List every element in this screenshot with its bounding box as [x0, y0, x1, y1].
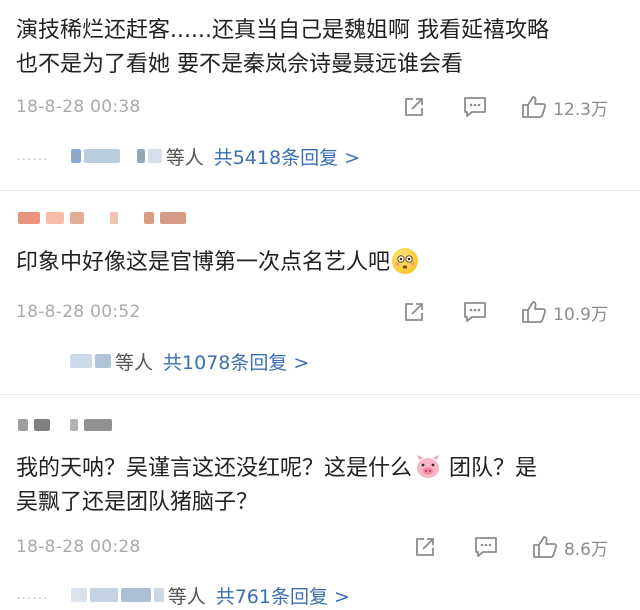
reply-dots: ...... [16, 587, 49, 603]
reply-count-link[interactable]: 共761条回复 > [216, 582, 350, 609]
comment-2-text: 印象中好像这是官博第一次点名艺人吧 [16, 246, 626, 280]
avatar [83, 149, 120, 163]
comment-2-actions: 10.9万 [403, 298, 608, 326]
flushed-face-emoji [392, 248, 419, 274]
comment-button[interactable] [474, 536, 498, 558]
like-button[interactable]: 10.9万 [521, 300, 608, 325]
avatar [70, 354, 92, 368]
like-icon [522, 301, 547, 323]
comment-2-meta: 18-8-28 00:52 10.9万 [16, 298, 626, 326]
comment-3-username[interactable] [18, 413, 112, 437]
like-count: 12.3万 [553, 99, 608, 120]
username-blur [46, 212, 64, 224]
comment-3-text-post: 团队？是 [442, 456, 538, 481]
username-blur [70, 419, 78, 431]
username-blur [110, 212, 118, 224]
comment-icon [464, 97, 487, 117]
share-button[interactable] [403, 96, 425, 118]
comment-3-meta: 18-8-28 00:28 8.6万 [16, 533, 626, 561]
reply-count-link[interactable]: 共5418条回复 > [214, 143, 360, 170]
comment-3-time: 18-8-28 00:28 [16, 537, 141, 557]
avatar [95, 354, 111, 368]
share-icon [416, 538, 434, 556]
reply-avatars [70, 149, 162, 163]
like-icon [533, 536, 557, 558]
comment-1-time: 18-8-28 00:38 [16, 97, 141, 117]
like-count: 8.6万 [563, 539, 608, 560]
comment-1-meta: 18-8-28 00:38 12.3万 [16, 93, 626, 121]
flushed-face-icon [395, 255, 415, 269]
avatar [120, 588, 151, 602]
username-blur [34, 419, 50, 431]
divider [0, 394, 640, 395]
reply-users-suffix: 等人 [165, 146, 204, 169]
comment-button[interactable] [463, 96, 487, 118]
comment-button[interactable] [463, 301, 487, 323]
avatar [136, 149, 145, 163]
comment-3-replies[interactable]: ...... 等人 共761条回复 > [16, 580, 350, 610]
comment-1-replies[interactable]: ...... 等人 共5418条回复 > [16, 141, 360, 171]
comment-1-line1: 演技稀烂还赶客......还真当自己是魏姐啊 我看延禧攻略 [16, 18, 549, 43]
reply-avatars [70, 588, 164, 602]
share-button[interactable] [414, 536, 436, 558]
like-count: 10.9万 [553, 304, 608, 325]
comment-icon [464, 302, 487, 322]
comment-icon [475, 537, 497, 557]
pig-face-emoji [414, 454, 440, 480]
username-blur [18, 419, 28, 431]
reply-avatars [70, 354, 111, 368]
reply-count-link[interactable]: 共1078条回复 > [163, 348, 309, 375]
comment-1-line2: 也不是为了看她 要不是秦岚佘诗曼聂远谁会看 [16, 52, 463, 77]
avatar [153, 588, 164, 602]
username-blur [18, 212, 40, 224]
like-icon [522, 96, 547, 118]
username-blur [160, 212, 186, 224]
comment-3-actions: 8.6万 [414, 533, 608, 561]
username-blur [70, 212, 84, 224]
comment-3-text: 我的天呐？吴谨言这还没红呢？这是什么 团队？是 吴飘了还是团队猪脑子？ [16, 452, 626, 520]
share-icon [405, 303, 424, 321]
comment-2-username[interactable] [18, 206, 186, 230]
comment-3-line1: 我的天呐？吴谨言这还没红呢？这是什么 团队？是 [16, 452, 626, 486]
comment-3-line2: 吴飘了还是团队猪脑子？ [16, 490, 259, 515]
like-button[interactable]: 12.3万 [521, 95, 608, 120]
comment-1-actions: 12.3万 [403, 93, 608, 121]
comment-1-text: 演技稀烂还赶客......还真当自己是魏姐啊 我看延禧攻略 也不是为了看她 要不… [16, 14, 626, 82]
avatar [70, 149, 81, 163]
reply-users-suffix: 等人 [167, 585, 206, 608]
comment-3-text-pre: 我的天呐？吴谨言这还没红呢？这是什么 [16, 456, 413, 481]
avatar [147, 149, 162, 163]
reply-users-suffix: 等人 [115, 351, 154, 374]
username-blur [84, 419, 112, 431]
comment-2-line1: 印象中好像这是官博第一次点名艺人吧 [16, 250, 391, 275]
comment-2-time: 18-8-28 00:52 [16, 302, 141, 322]
comment-2-replies[interactable]: 等人 共1078条回复 > [70, 346, 309, 376]
like-button[interactable]: 8.6万 [532, 535, 608, 560]
share-button[interactable] [403, 301, 425, 323]
divider [0, 190, 640, 191]
username-blur [144, 212, 154, 224]
share-icon [405, 98, 424, 116]
avatar [70, 588, 87, 602]
avatar [89, 588, 118, 602]
pig-face-icon [417, 455, 440, 478]
reply-dots: ...... [16, 148, 49, 164]
